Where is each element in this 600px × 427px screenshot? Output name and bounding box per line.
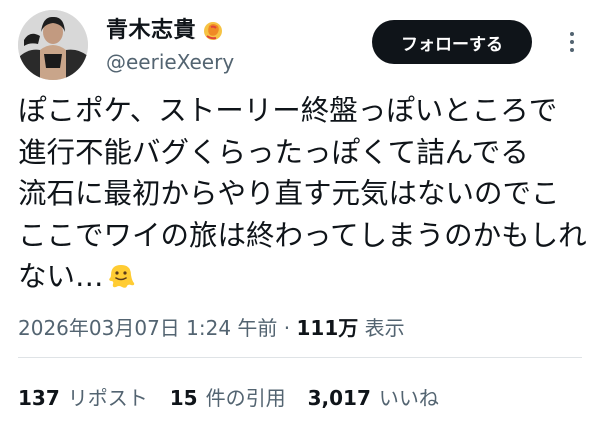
tweet-text-line: ぽこポケ、ストーリー終盤っぽいところで	[18, 94, 558, 127]
handle[interactable]: @eerieXeery	[106, 48, 234, 76]
stat-label: いいね	[378, 386, 439, 410]
tweet-text-last-line: ない…	[18, 256, 578, 298]
timestamp[interactable]: 2026年03月07日 1:24 午前	[18, 316, 277, 340]
tweet-header: 青木志貴 @eerieXeery フォローする	[18, 10, 582, 80]
views-count: 111万	[296, 316, 359, 340]
more-dots-icon[interactable]	[558, 24, 586, 60]
stat-quotes[interactable]: 15 件の引用	[170, 382, 286, 411]
tweet-text-line: ここでワイの旅は終わってしまうのかもしれ	[18, 218, 587, 252]
stat-label: リポスト	[67, 386, 148, 410]
tweet-card: 青木志貴 @eerieXeery フォローする ぽこポケ、ストーリー終盤っぽいと…	[0, 0, 600, 427]
melting-face-emoji	[106, 261, 136, 291]
tweet-text: ぽこポケ、ストーリー終盤っぽいところで 進行不能バグくらったっぽくて詰んでる 流…	[18, 90, 587, 298]
follow-button[interactable]: フォローする	[372, 20, 532, 64]
display-name[interactable]: 青木志貴	[106, 16, 196, 46]
tweet-meta: 2026年03月07日 1:24 午前 · 111万 表示	[18, 312, 405, 341]
stat-count: 137	[18, 386, 60, 410]
meta-separator: ·	[277, 316, 297, 340]
avatar-photo	[18, 10, 88, 80]
tweet-text-line: ない…	[18, 260, 104, 293]
views-label: 表示	[358, 316, 405, 340]
tweet-stats: 137 リポスト 15 件の引用 3,017 いいね	[18, 382, 439, 411]
stat-likes[interactable]: 3,017 いいね	[308, 382, 439, 411]
display-name-row: 青木志貴	[106, 16, 234, 46]
stat-count: 15	[169, 386, 198, 410]
stat-count: 3,017	[307, 386, 371, 410]
avatar[interactable]	[18, 10, 88, 80]
stat-reposts[interactable]: 137 リポスト	[18, 382, 148, 411]
stat-label: 件の引用	[205, 386, 286, 410]
author-info: 青木志貴 @eerieXeery	[106, 16, 234, 76]
badge-icon	[202, 20, 224, 42]
divider	[18, 357, 582, 358]
tweet-text-line: 進行不能バグくらったっぽくて詰んでる	[18, 135, 529, 169]
tweet-text-line: 流石に最初からやり直す元気はないのでこ	[18, 177, 560, 210]
